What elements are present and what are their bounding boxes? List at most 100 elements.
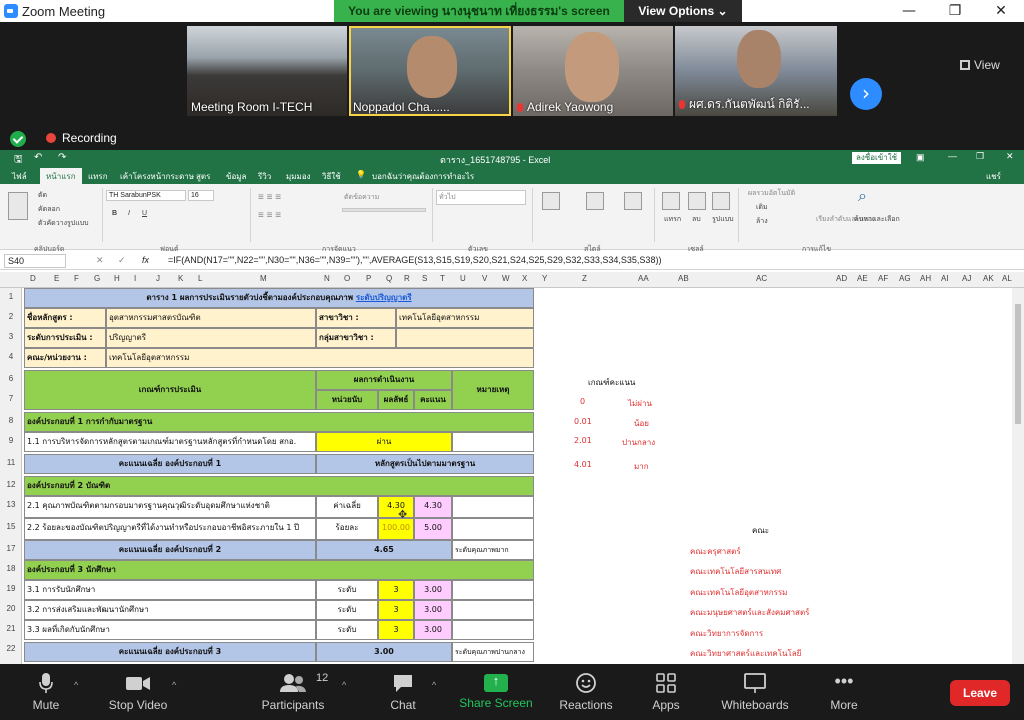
column-header[interactable]: AA (638, 274, 649, 283)
video-options-caret[interactable]: ^ (172, 680, 176, 690)
redo-icon: ↷ (58, 152, 67, 163)
participants-button[interactable]: 12 Participants (260, 672, 329, 712)
criterion-2-1: 2.1 คุณภาพบัณฑิตตามกรอบมาตรฐานคุณวุฒิระด… (24, 496, 316, 518)
column-header[interactable]: N (324, 274, 330, 283)
column-header[interactable]: U (460, 274, 466, 283)
video-tile[interactable]: Meeting Room I-TECH (187, 26, 347, 116)
more-button[interactable]: ••• More (824, 672, 864, 712)
row-header[interactable]: 20 (0, 604, 22, 613)
row-header[interactable]: 9 (0, 436, 22, 445)
column-header[interactable]: F (74, 274, 79, 283)
muted-mic-icon (679, 100, 685, 110)
column-header[interactable]: AH (920, 274, 931, 283)
italic-icon: I (128, 210, 130, 217)
view-layout-button[interactable]: View (960, 58, 1000, 72)
column-header[interactable]: J (156, 274, 160, 283)
mute-options-caret[interactable]: ^ (74, 680, 78, 690)
column-header[interactable]: AJ (962, 274, 971, 283)
column-header[interactable]: P (366, 274, 371, 283)
column-header[interactable]: M (260, 274, 267, 283)
column-header[interactable]: R (404, 274, 410, 283)
column-header[interactable]: AC (756, 274, 767, 283)
column-header[interactable]: E (54, 274, 59, 283)
apps-button[interactable]: Apps (646, 672, 686, 712)
recording-label: Recording (62, 131, 117, 145)
reactions-button[interactable]: Reactions (558, 672, 614, 712)
row-header[interactable]: 8 (0, 416, 22, 425)
column-header[interactable]: AG (899, 274, 911, 283)
mute-button[interactable]: Mute (24, 672, 68, 712)
column-header[interactable]: AE (857, 274, 868, 283)
column-header[interactable]: AF (878, 274, 888, 283)
participants-options-caret[interactable]: ^ (342, 680, 346, 690)
next-page-button[interactable]: › (850, 78, 882, 110)
merge-box (342, 208, 426, 212)
chat-button[interactable]: Chat (384, 672, 422, 712)
column-header[interactable]: O (344, 274, 350, 283)
row-header[interactable]: 2 (0, 312, 22, 321)
column-header[interactable]: H (114, 274, 120, 283)
column-header[interactable]: X (522, 274, 527, 283)
stop-video-button[interactable]: Stop Video (104, 672, 172, 712)
reactions-label: Reactions (559, 698, 613, 712)
column-header[interactable]: L (198, 274, 202, 283)
column-header[interactable]: AB (678, 274, 689, 283)
leave-button[interactable]: Leave (950, 680, 1010, 706)
row-header[interactable]: 21 (0, 624, 22, 633)
row-header[interactable]: 3 (0, 332, 22, 341)
row-header[interactable]: 13 (0, 500, 22, 509)
column-header[interactable]: S (422, 274, 427, 283)
row-header[interactable]: 11 (0, 458, 22, 467)
view-options-button[interactable]: View Options ⌄ (624, 0, 742, 22)
column-header[interactable]: D (30, 274, 36, 283)
align-bottom-icons: ≡ ≡ ≡ (258, 210, 282, 221)
column-header[interactable]: AK (983, 274, 994, 283)
row-header[interactable]: 15 (0, 522, 22, 531)
chat-options-caret[interactable]: ^ (432, 680, 436, 690)
row-header[interactable]: 18 (0, 564, 22, 573)
mouse-cursor-icon: ✥ (398, 508, 408, 521)
row-header[interactable]: 22 (0, 644, 22, 653)
sign-in-button: ลงชื่อเข้าใช้ (852, 152, 902, 164)
excel-file-name: ตาราง_1651748795 - Excel (440, 155, 551, 165)
column-header[interactable]: I (134, 274, 136, 283)
share-screen-button[interactable]: Share Screen (458, 672, 534, 710)
row-header[interactable]: 19 (0, 584, 22, 593)
criterion-3-3-outcome: 3 (378, 620, 414, 640)
whiteboards-button[interactable]: Whiteboards (718, 672, 792, 712)
close-icon[interactable]: ✕ (978, 0, 1024, 22)
video-strip: Meeting Room I-TECH Noppadol Cha...... A… (0, 22, 1024, 150)
column-header[interactable]: Z (582, 274, 587, 283)
row-header[interactable]: 12 (0, 480, 22, 489)
recording-indicator[interactable]: Recording (46, 131, 117, 145)
criterion-3-1: 3.1 การรับนักศึกษา (24, 580, 316, 600)
row-header[interactable]: 1 (0, 292, 22, 301)
maximize-icon[interactable]: ❐ (932, 0, 978, 22)
column-header[interactable]: Q (386, 274, 392, 283)
major-label: สาขาวิชา : (316, 308, 396, 328)
minimize-icon[interactable]: — (886, 0, 932, 22)
ribbon-display-icon: ▣ (916, 152, 925, 162)
column-header[interactable]: K (178, 274, 183, 283)
row-header[interactable]: 7 (0, 394, 22, 403)
criterion-3-1-unit: ระดับ (316, 580, 378, 600)
header-note: หมายเหตุ (452, 370, 534, 410)
row-header[interactable]: 4 (0, 352, 22, 361)
column-header[interactable]: V (482, 274, 487, 283)
function-icon: fx (142, 255, 150, 265)
row-header[interactable]: 17 (0, 544, 22, 553)
column-header[interactable]: Y (542, 274, 547, 283)
tab-data: ข้อมูล (226, 172, 247, 181)
video-tile[interactable]: Adirek Yaowong (513, 26, 673, 116)
column-header[interactable]: T (440, 274, 445, 283)
video-tile[interactable]: Noppadol Cha...... (349, 26, 511, 116)
column-header[interactable]: G (94, 274, 100, 283)
column-header[interactable]: AI (941, 274, 949, 283)
video-tile[interactable]: ผศ.ดร.กันตพัฒน์ กิติรั... (675, 26, 837, 116)
security-shield-icon[interactable] (10, 131, 26, 147)
row-header[interactable]: 6 (0, 374, 22, 383)
ribbon-separator (738, 188, 739, 242)
column-header[interactable]: W (502, 274, 510, 283)
column-header[interactable]: AD (836, 274, 847, 283)
column-header[interactable]: AL (1002, 274, 1012, 283)
